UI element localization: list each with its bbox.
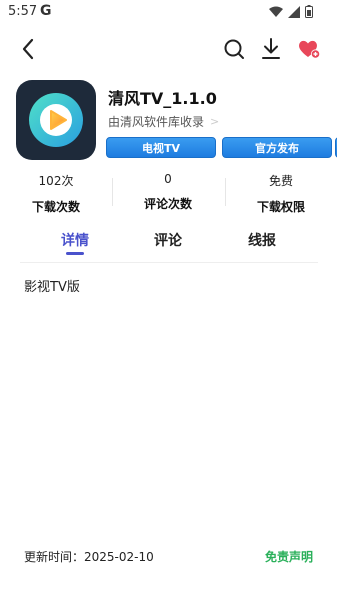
top-bar bbox=[0, 36, 337, 62]
chevron-right-icon: > bbox=[210, 115, 220, 128]
heart-plus-icon bbox=[299, 40, 321, 59]
battery-icon bbox=[305, 5, 313, 18]
app-icon bbox=[16, 80, 96, 160]
status-time: 5:57 bbox=[8, 4, 38, 19]
search-button[interactable] bbox=[222, 36, 246, 62]
status-icons bbox=[269, 5, 313, 18]
stat-value: 免费 bbox=[268, 174, 293, 188]
stat-value: 0 bbox=[164, 172, 172, 186]
play-logo-icon bbox=[29, 93, 83, 147]
stat-comments: 0 评论次数 bbox=[112, 172, 224, 212]
tab-comments[interactable]: 评论 bbox=[154, 230, 182, 250]
stat-label: 下载次数 bbox=[31, 200, 80, 214]
stat-label: 下载权限 bbox=[256, 200, 305, 214]
divider bbox=[20, 262, 318, 263]
app-description: 影视TV版 bbox=[24, 280, 80, 295]
tab-indicator bbox=[66, 252, 84, 255]
stat-label: 评论次数 bbox=[143, 197, 192, 211]
tab-bar: 详情 评论 线报 bbox=[0, 228, 337, 262]
back-button[interactable] bbox=[18, 36, 40, 62]
tag-tv[interactable]: 电视TV bbox=[106, 137, 216, 158]
stat-value: 102次 bbox=[38, 174, 74, 188]
app-source-link[interactable]: 由清风软件库收录 > bbox=[108, 113, 219, 130]
tab-details[interactable]: 详情 bbox=[61, 230, 89, 250]
tag-official[interactable]: 官方发布 bbox=[222, 137, 332, 158]
footer: 更新时间：2025-02-10 免责声明 bbox=[0, 548, 337, 568]
google-icon: G bbox=[40, 3, 52, 19]
tab-tips[interactable]: 线报 bbox=[248, 230, 276, 250]
search-icon bbox=[224, 39, 244, 59]
stat-permission: 免费 下载权限 bbox=[225, 172, 337, 215]
status-bar: 5:57 G bbox=[0, 0, 337, 24]
update-time: 更新时间：2025-02-10 bbox=[24, 550, 154, 564]
wifi-icon bbox=[269, 6, 283, 17]
stat-downloads: 102次 下载次数 bbox=[0, 172, 112, 215]
signal-icon bbox=[288, 5, 300, 18]
download-icon bbox=[262, 38, 280, 59]
favorite-button[interactable] bbox=[297, 36, 321, 62]
app-source-label: 由清风软件库收录 bbox=[108, 115, 205, 129]
app-name: 清风TV_1.1.0 bbox=[108, 89, 217, 108]
download-button[interactable] bbox=[260, 36, 282, 62]
back-icon bbox=[22, 38, 34, 60]
disclaimer-link[interactable]: 免责声明 bbox=[265, 548, 313, 565]
